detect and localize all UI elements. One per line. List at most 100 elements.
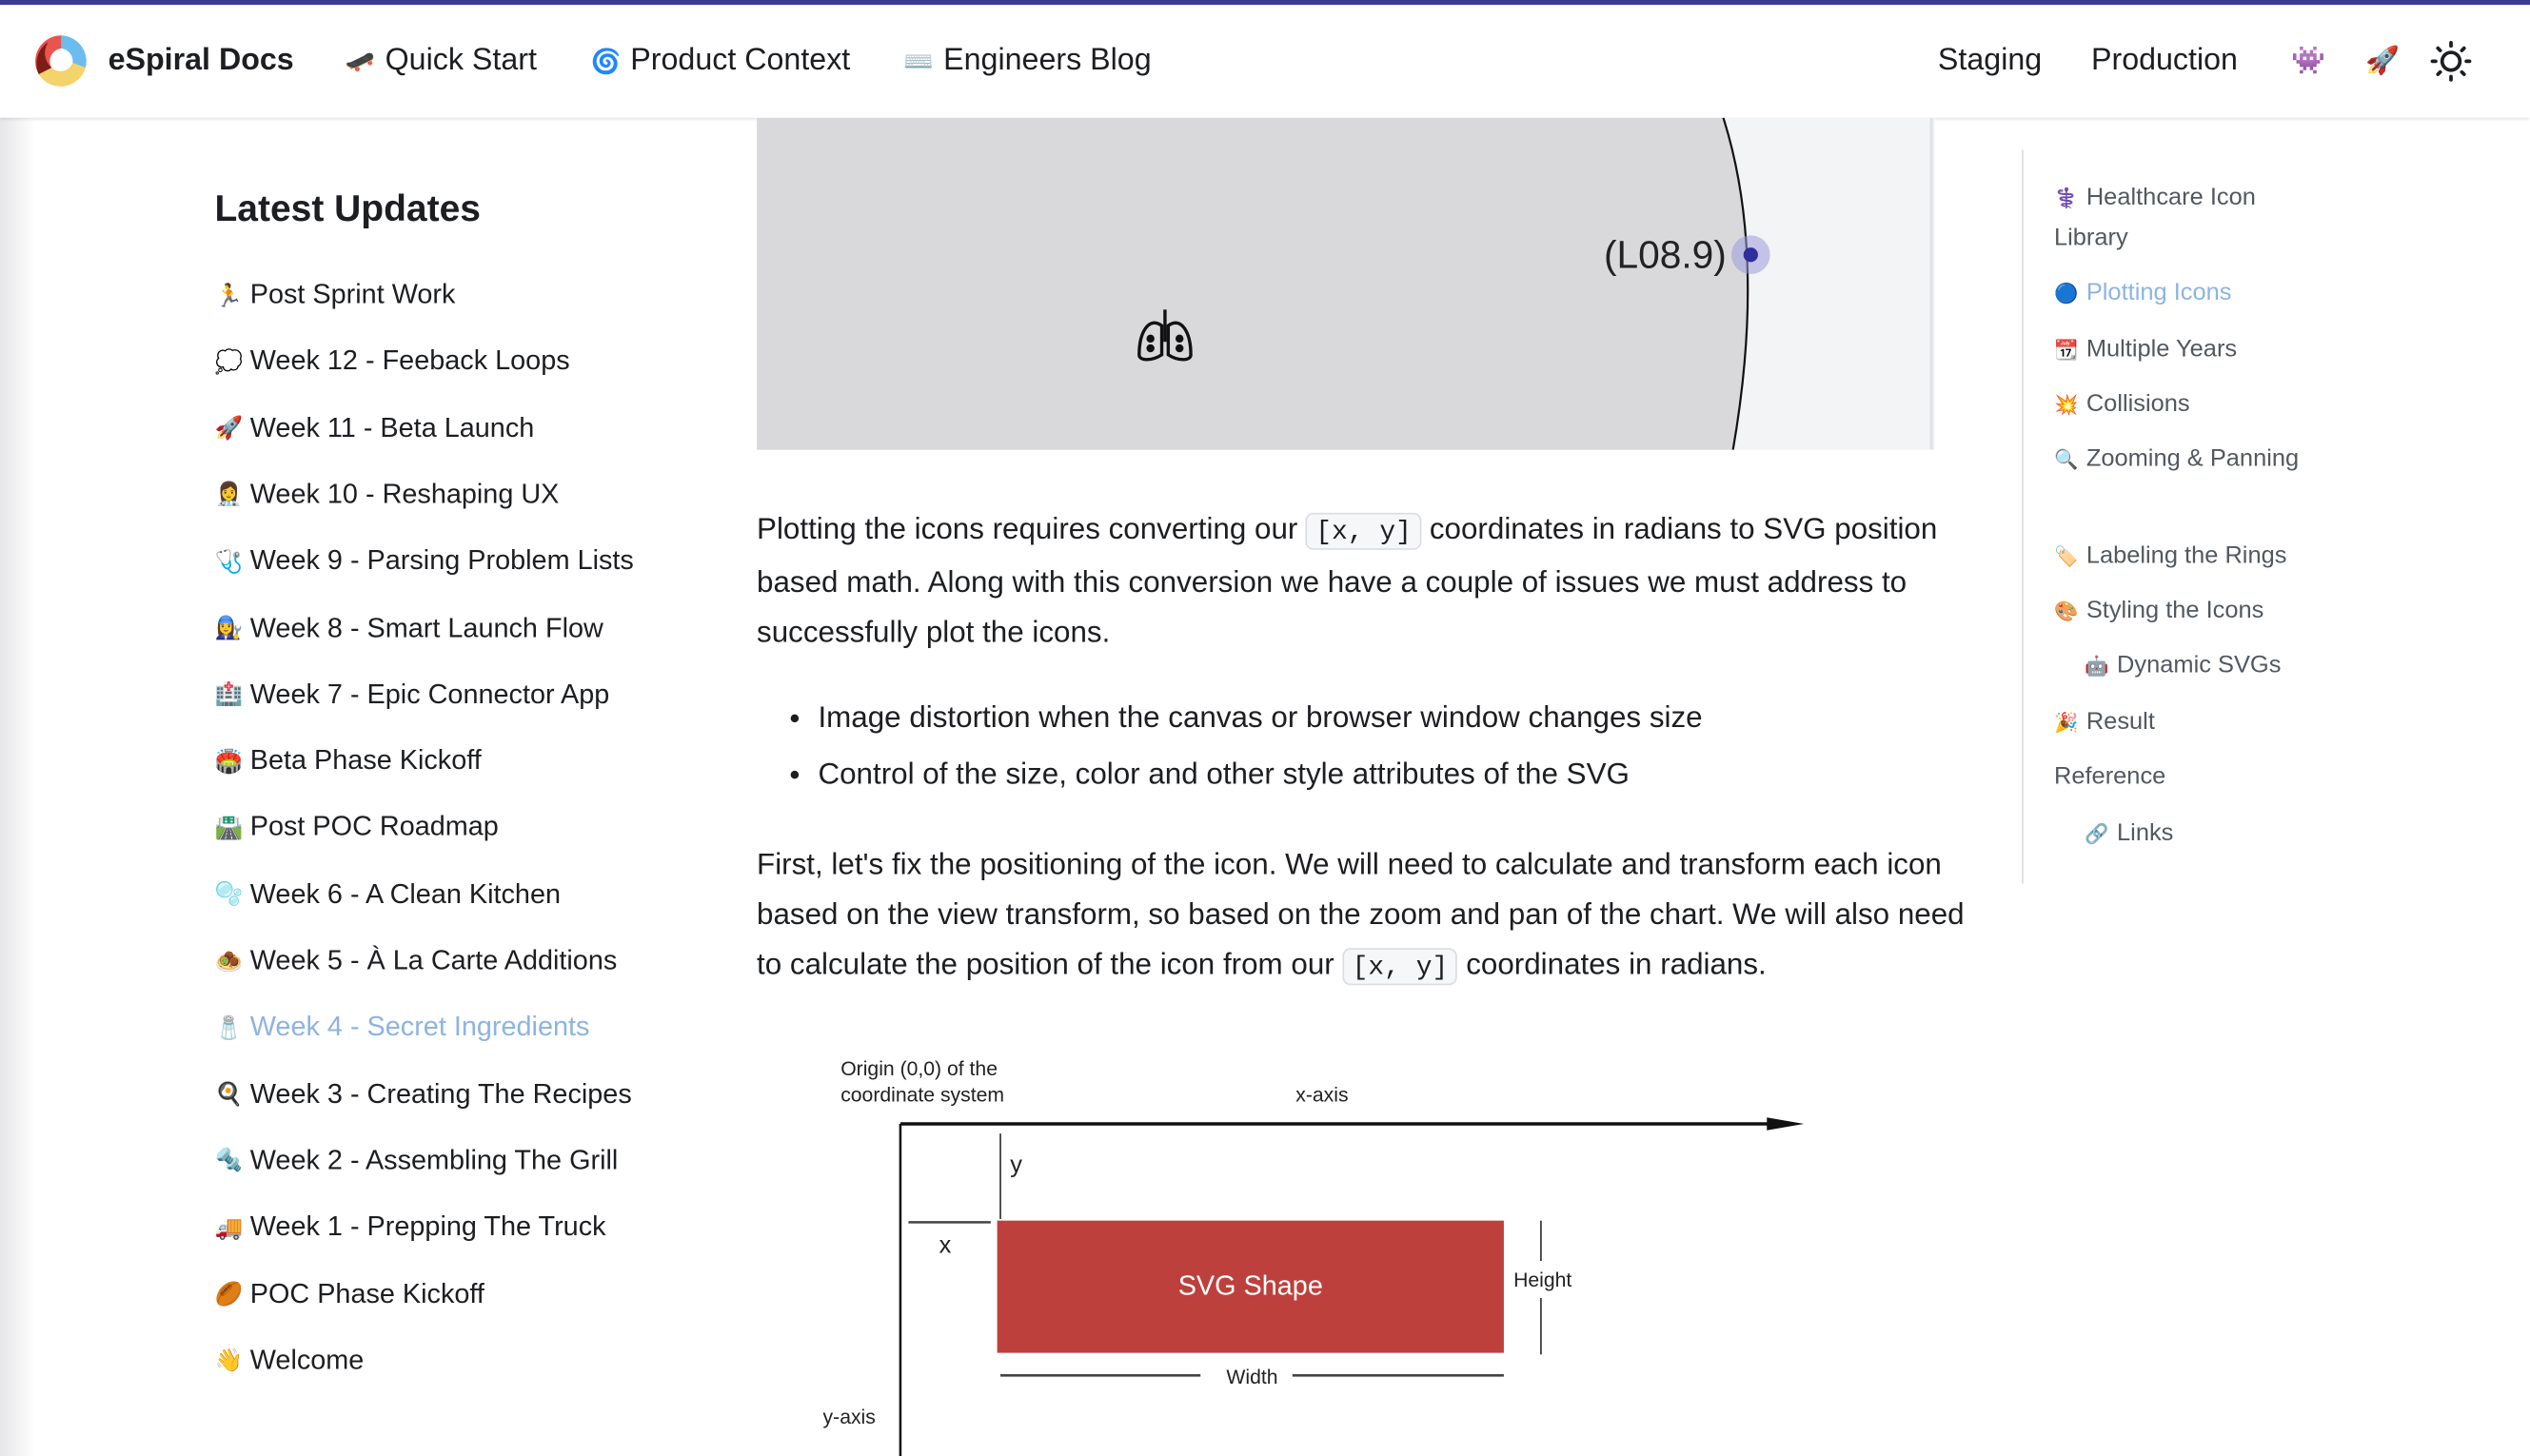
- paragraph-2: First, let's fix the positioning of the …: [757, 838, 1967, 992]
- brand-title: eSpiral Docs: [108, 42, 294, 77]
- sidebar-item-label: Week 2 - Assembling The Grill: [249, 1144, 619, 1176]
- toc-item[interactable]: 💥 Collisions: [2054, 385, 2312, 425]
- rocket-icon[interactable]: 🚀: [2365, 4, 2400, 117]
- post-emoji-icon: 🛣️: [214, 814, 244, 840]
- sidebar-item[interactable]: 🏥 Week 7 - Epic Connector App: [214, 676, 609, 715]
- toc-item[interactable]: 🎉 Result: [2054, 703, 2312, 743]
- sidebar-item-label: Week 5 - À La Carte Additions: [249, 944, 618, 976]
- nav-label: Production: [2090, 42, 2238, 77]
- sidebar-item[interactable]: 🏉 POC Phase Kickoff: [214, 1274, 484, 1313]
- post-emoji-icon: 🚚: [214, 1213, 244, 1240]
- sidebar-item[interactable]: 🧆 Week 5 - À La Carte Additions: [214, 942, 617, 981]
- nav-label: Engineers Blog: [943, 42, 1152, 77]
- toc-item-label: Plotting Icons: [2085, 279, 2232, 306]
- toc-item-label: Dynamic SVGs: [2117, 651, 2282, 679]
- post-emoji-icon: 🚀: [214, 414, 244, 441]
- sidebar-item[interactable]: 🫧 Week 6 - A Clean Kitchen: [214, 876, 561, 915]
- sidebar-item[interactable]: 👩‍⚕️ Week 10 - Reshaping UX: [214, 476, 559, 515]
- origin-label: Origin (0,0) of the: [840, 1058, 998, 1080]
- toc-item[interactable]: 🏷️ Labeling the Rings: [2054, 537, 2312, 577]
- text: Plotting the icons requires converting o…: [757, 511, 1307, 545]
- sidebar-item[interactable]: 🏟️ Beta Phase Kickoff: [214, 742, 481, 781]
- toc-item[interactable]: 🎨 Styling the Icons: [2054, 592, 2312, 632]
- toc-emoji-icon: 🔍: [2053, 448, 2079, 471]
- toc-item-label: Healthcare Icon Library: [2053, 184, 2256, 251]
- sidebar-title: Latest Updates: [214, 187, 481, 229]
- sidebar-item[interactable]: 👩‍🔧 Week 8 - Smart Launch Flow: [214, 609, 603, 648]
- toc-item-label: Reference: [2053, 762, 2166, 791]
- text: coordinates in radians.: [1457, 946, 1767, 981]
- inline-code: [x, y]: [1342, 948, 1458, 986]
- sidebar-item[interactable]: 🏃 Post Sprint Work: [214, 276, 455, 315]
- keyboard-icon: ⌨️: [903, 47, 934, 75]
- toc-item-label: Zooming & Panning: [2085, 444, 2300, 473]
- sidebar-item-label: Week 8 - Smart Launch Flow: [249, 612, 603, 643]
- sidebar-item[interactable]: 🚀 Week 11 - Beta Launch: [214, 409, 534, 448]
- sidebar-item[interactable]: 🛣️ Post POC Roadmap: [214, 809, 498, 848]
- sidebar-item-label: Week 12 - Feeback Loops: [249, 345, 570, 377]
- y-axis-label: y-axis: [823, 1407, 876, 1428]
- toc-item[interactable]: 🤖 Dynamic SVGs: [2085, 646, 2342, 686]
- data-point[interactable]: [1743, 247, 1758, 263]
- nav-quick-start[interactable]: 🛹 Quick Start: [346, 4, 537, 117]
- toc-item[interactable]: 🔍 Zooming & Panning: [2054, 441, 2312, 481]
- sidebar-item-label: Week 1 - Prepping The Truck: [249, 1210, 606, 1243]
- sidebar-item-label: Week 7 - Epic Connector App: [249, 678, 610, 710]
- sidebar-item[interactable]: 🚚 Week 1 - Prepping The Truck: [214, 1208, 605, 1247]
- sidebar-item[interactable]: 🧂 Week 4 - Secret Ingredients: [214, 1009, 589, 1048]
- toc-item[interactable]: ⚕️ Healthcare Icon Library: [2054, 179, 2312, 258]
- sidebar-item[interactable]: 👋 Welcome: [214, 1341, 364, 1380]
- height-label: Height: [1513, 1269, 1571, 1291]
- toc-emoji-icon: 🎉: [2053, 711, 2079, 734]
- alien-icon[interactable]: 👾: [2291, 4, 2325, 117]
- toc-item-label: Links: [2117, 818, 2174, 847]
- nav-staging[interactable]: Staging: [1938, 4, 2042, 117]
- left-shadow: [0, 0, 36, 1456]
- toc-item-label: Labeling the Rings: [2085, 541, 2287, 570]
- sidebar-item-label: Week 3 - Creating The Recipes: [249, 1077, 632, 1110]
- post-emoji-icon: 🫧: [214, 880, 244, 907]
- origin-label: coordinate system: [840, 1084, 1004, 1106]
- brand-link[interactable]: eSpiral Docs: [32, 4, 294, 117]
- nav-label: Product Context: [630, 42, 851, 77]
- nav-engineers-blog[interactable]: ⌨️ Engineers Blog: [903, 4, 1151, 117]
- inline-code: [x, y]: [1306, 512, 1422, 550]
- toc-item[interactable]: 📆 Multiple Years: [2054, 330, 2312, 370]
- theme-toggle-button[interactable]: [2430, 4, 2472, 117]
- shape-label: SVG Shape: [1178, 1271, 1323, 1302]
- sidebar-item[interactable]: 🔩 Week 2 - Assembling The Grill: [214, 1141, 618, 1180]
- hero-image: (L08.9): [757, 117, 1935, 450]
- toc-item-label: Result: [2085, 707, 2155, 736]
- sidebar-item-label: Week 9 - Parsing Problem Lists: [249, 545, 634, 577]
- toc-item[interactable]: 🔗 Links: [2085, 815, 2342, 855]
- toc-emoji-icon: ⚕️: [2053, 187, 2079, 210]
- sidebar-item[interactable]: 💭 Week 12 - Feeback Loops: [214, 343, 569, 382]
- nav-production[interactable]: Production: [2091, 4, 2238, 117]
- toc-divider: [2022, 149, 2024, 884]
- sidebar-item[interactable]: 🩺 Week 9 - Parsing Problem Lists: [214, 542, 633, 581]
- toc-item[interactable]: 🔵 Plotting Icons: [2054, 274, 2312, 314]
- toc-item-label: Styling the Icons: [2085, 596, 2264, 624]
- nav-label: Staging: [1937, 42, 2043, 77]
- sidebar-item-label: Week 11 - Beta Launch: [249, 412, 535, 443]
- list-item: Control of the size, color and other sty…: [790, 757, 1630, 792]
- skateboard-icon: 🛹: [345, 47, 376, 75]
- sidebar-item[interactable]: 🍳 Week 3 - Creating The Recipes: [214, 1074, 631, 1113]
- post-emoji-icon: 👋: [214, 1347, 244, 1373]
- post-emoji-icon: 💭: [214, 347, 244, 374]
- post-emoji-icon: 🩺: [214, 547, 244, 574]
- sidebar-item-label: Welcome: [249, 1344, 365, 1375]
- list-item: Image distortion when the canvas or brow…: [790, 699, 1703, 735]
- sidebar-item-label: Week 6 - A Clean Kitchen: [249, 877, 562, 910]
- coordinate-diagram: Origin (0,0) of the coordinate system x-…: [823, 1058, 1805, 1456]
- toc-emoji-icon: 📆: [2053, 338, 2079, 362]
- toc-item-label: Multiple Years: [2085, 335, 2238, 364]
- page: eSpiral Docs 🛹 Quick Start 🌀 Product Conte…: [0, 0, 2530, 1456]
- cyclone-icon: 🌀: [590, 47, 622, 75]
- sidebar-item-label: Week 10 - Reshaping UX: [249, 479, 560, 510]
- post-emoji-icon: 👩‍⚕️: [214, 481, 244, 507]
- sidebar-item-label: Week 4 - Secret Ingredients: [249, 1011, 590, 1043]
- y-label: y: [1010, 1151, 1022, 1178]
- toc-item[interactable]: Reference: [2054, 758, 2312, 797]
- nav-product-context[interactable]: 🌀 Product Context: [590, 4, 850, 117]
